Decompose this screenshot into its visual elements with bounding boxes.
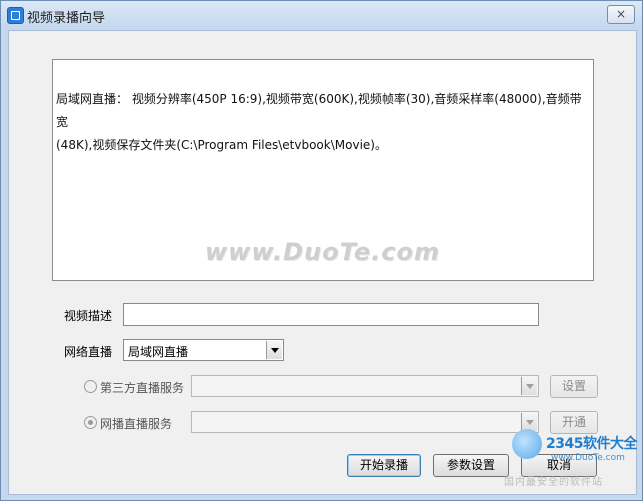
video-desc-input[interactable]: [123, 303, 539, 326]
start-record-button[interactable]: 开始录播: [347, 454, 421, 477]
params-settings-button[interactable]: 参数设置: [433, 454, 509, 477]
chevron-down-icon[interactable]: [521, 377, 537, 395]
window-title: 视频录播向导: [27, 11, 106, 26]
brand-name: 2345软件大全: [546, 436, 637, 452]
title-bar[interactable]: 视频录播向导 ×: [1, 1, 642, 29]
third-party-label: 第三方直播服务: [100, 381, 185, 395]
app-icon: [7, 7, 24, 24]
webcast-select[interactable]: [191, 411, 539, 433]
brand-tagline: 国内最安全的软件站: [504, 477, 603, 488]
third-party-select[interactable]: [191, 375, 539, 397]
info-panel: 局域网直播： 视频分辨率(450P 16:9),视频带宽(600K),视频帧率(…: [52, 59, 594, 281]
info-text: 局域网直播： 视频分辨率(450P 16:9),视频带宽(600K),视频帧率(…: [56, 88, 586, 157]
close-button[interactable]: ×: [607, 5, 635, 24]
chevron-down-icon[interactable]: [266, 341, 282, 359]
webcast-label: 网播直播服务: [100, 417, 173, 431]
network-live-label: 网络直播: [64, 345, 113, 359]
close-icon: ×: [615, 7, 627, 21]
third-party-radio[interactable]: [84, 380, 97, 393]
brand-logo-icon: [512, 429, 542, 459]
video-desc-label: 视频描述: [64, 309, 113, 323]
network-live-select[interactable]: 局域网直播: [123, 339, 284, 361]
info-line-2: (48K),视频保存文件夹(C:\Program Files\etvbook\M…: [56, 138, 387, 152]
watermark: www.DuoTe.com: [205, 238, 440, 266]
brand-logo: 2345软件大全 www.DuoTe.com 国内最安全的软件站: [504, 415, 640, 495]
webcast-radio[interactable]: [84, 416, 97, 429]
info-line-1: 局域网直播： 视频分辨率(450P 16:9),视频带宽(600K),视频帧率(…: [56, 92, 582, 129]
brand-site: www.DuoTe.com: [551, 453, 625, 463]
network-live-value: 局域网直播: [128, 345, 189, 359]
dialog-window: 视频录播向导 × 局域网直播： 视频分辨率(450P 16:9),视频带宽(60…: [0, 0, 643, 501]
third-party-settings-button[interactable]: 设置: [550, 375, 598, 398]
